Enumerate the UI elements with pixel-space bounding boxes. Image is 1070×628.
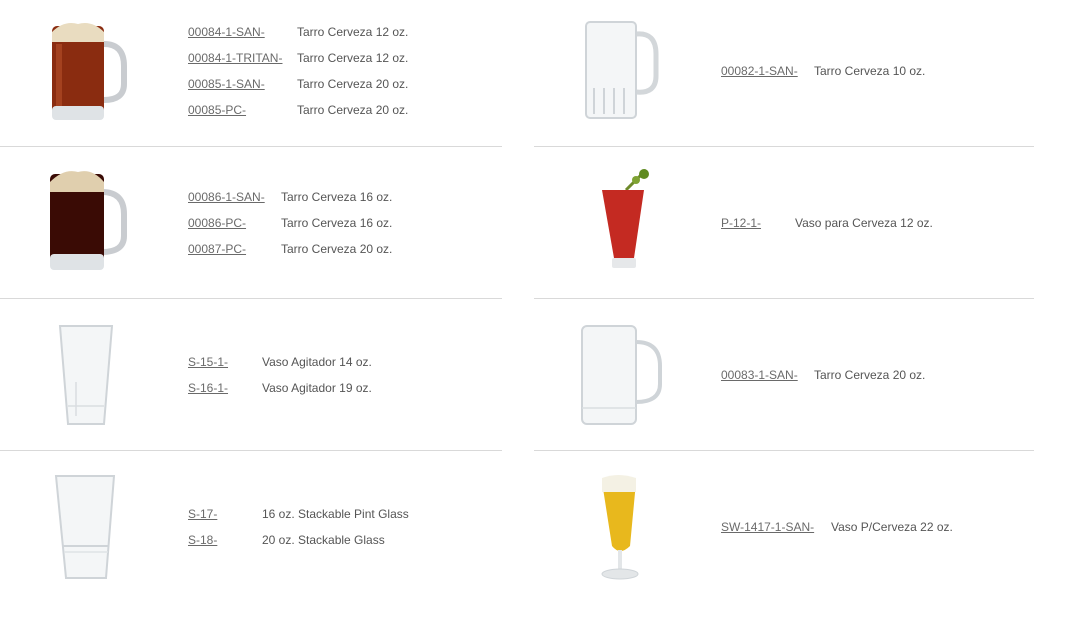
product-code-link[interactable]: 00083-1-SAN- xyxy=(721,368,798,382)
product-description: Vaso Agitador 14 oz. xyxy=(262,355,372,369)
list-item: S-15-1- Vaso Agitador 14 oz. xyxy=(188,355,372,369)
product-code-link[interactable]: 00086-1-SAN- xyxy=(188,190,265,204)
row-divider xyxy=(0,146,502,147)
product-code-link[interactable]: 00087-PC- xyxy=(188,242,246,256)
list-item: 00082-1-SAN- Tarro Cerveza 10 oz. xyxy=(721,64,925,78)
list-item: S-16-1- Vaso Agitador 19 oz. xyxy=(188,381,372,395)
row-divider xyxy=(0,450,502,451)
mixing-glass-icon[interactable] xyxy=(56,322,118,430)
list-item: 00086-1-SAN- Tarro Cerveza 16 oz. xyxy=(188,190,392,204)
product-description: Tarro Cerveza 20 oz. xyxy=(814,368,926,382)
product-description: Vaso para Cerveza 12 oz. xyxy=(795,216,933,230)
product-description: Tarro Cerveza 16 oz. xyxy=(281,216,393,230)
row-divider xyxy=(534,146,1034,147)
product-description: Tarro Cerveza 12 oz. xyxy=(297,51,409,65)
row-divider xyxy=(534,450,1034,451)
product-code-link[interactable]: S-15-1- xyxy=(188,355,228,369)
list-item: 00087-PC- Tarro Cerveza 20 oz. xyxy=(188,242,392,256)
product-code-link[interactable]: S-18- xyxy=(188,533,217,547)
dark-beer-mug-icon[interactable] xyxy=(44,168,134,276)
list-item: 00084-1-SAN- Tarro Cerveza 12 oz. xyxy=(188,25,408,39)
list-item: 00086-PC- Tarro Cerveza 16 oz. xyxy=(188,216,392,230)
product-code-link[interactable]: S-16-1- xyxy=(188,381,228,395)
product-code-link[interactable]: 00086-PC- xyxy=(188,216,246,230)
product-code-link[interactable]: 00085-PC- xyxy=(188,103,246,117)
list-item: 00085-PC- Tarro Cerveza 20 oz. xyxy=(188,103,408,117)
product-code-link[interactable]: P-12-1- xyxy=(721,216,761,230)
product-description: Vaso P/Cerveza 22 oz. xyxy=(831,520,953,534)
product-code-link[interactable]: 00085-1-SAN- xyxy=(188,77,265,91)
list-item: 00085-1-SAN- Tarro Cerveza 20 oz. xyxy=(188,77,408,91)
product-description: Tarro Cerveza 12 oz. xyxy=(297,25,409,39)
product-code-link[interactable]: SW-1417-1-SAN- xyxy=(721,520,814,534)
list-item: 00084-1-TRITAN- Tarro Cerveza 12 oz. xyxy=(188,51,408,65)
list-item: P-12-1- Vaso para Cerveza 12 oz. xyxy=(721,216,933,230)
product-description: Tarro Cerveza 20 oz. xyxy=(281,242,393,256)
product-code-link[interactable]: 00084-1-TRITAN- xyxy=(188,51,282,65)
list-item: S-17- 16 oz. Stackable Pint Glass xyxy=(188,507,409,521)
list-item: S-18- 20 oz. Stackable Glass xyxy=(188,533,385,547)
product-code-link[interactable]: S-17- xyxy=(188,507,217,521)
product-description: Tarro Cerveza 10 oz. xyxy=(814,64,926,78)
product-description: Tarro Cerveza 16 oz. xyxy=(281,190,393,204)
product-description: Tarro Cerveza 20 oz. xyxy=(297,103,409,117)
pilsner-beer-glass-icon[interactable] xyxy=(598,474,644,582)
product-description: 16 oz. Stackable Pint Glass xyxy=(262,507,409,521)
product-description: Vaso Agitador 19 oz. xyxy=(262,381,372,395)
bloody-mary-glass-icon[interactable] xyxy=(596,164,656,276)
product-code-link[interactable]: 00084-1-SAN- xyxy=(188,25,265,39)
list-item: SW-1417-1-SAN- Vaso P/Cerveza 22 oz. xyxy=(721,520,953,534)
product-code-link[interactable]: 00082-1-SAN- xyxy=(721,64,798,78)
amber-beer-mug-icon[interactable] xyxy=(44,18,130,126)
tall-glass-mug-icon[interactable] xyxy=(578,322,666,430)
product-description: 20 oz. Stackable Glass xyxy=(262,533,385,547)
product-description: Tarro Cerveza 20 oz. xyxy=(297,77,409,91)
row-divider xyxy=(0,298,502,299)
list-item: 00083-1-SAN- Tarro Cerveza 20 oz. xyxy=(721,368,925,382)
stackable-pint-glass-icon[interactable] xyxy=(52,472,120,584)
row-divider xyxy=(534,298,1034,299)
empty-glass-mug-icon[interactable] xyxy=(580,18,666,126)
